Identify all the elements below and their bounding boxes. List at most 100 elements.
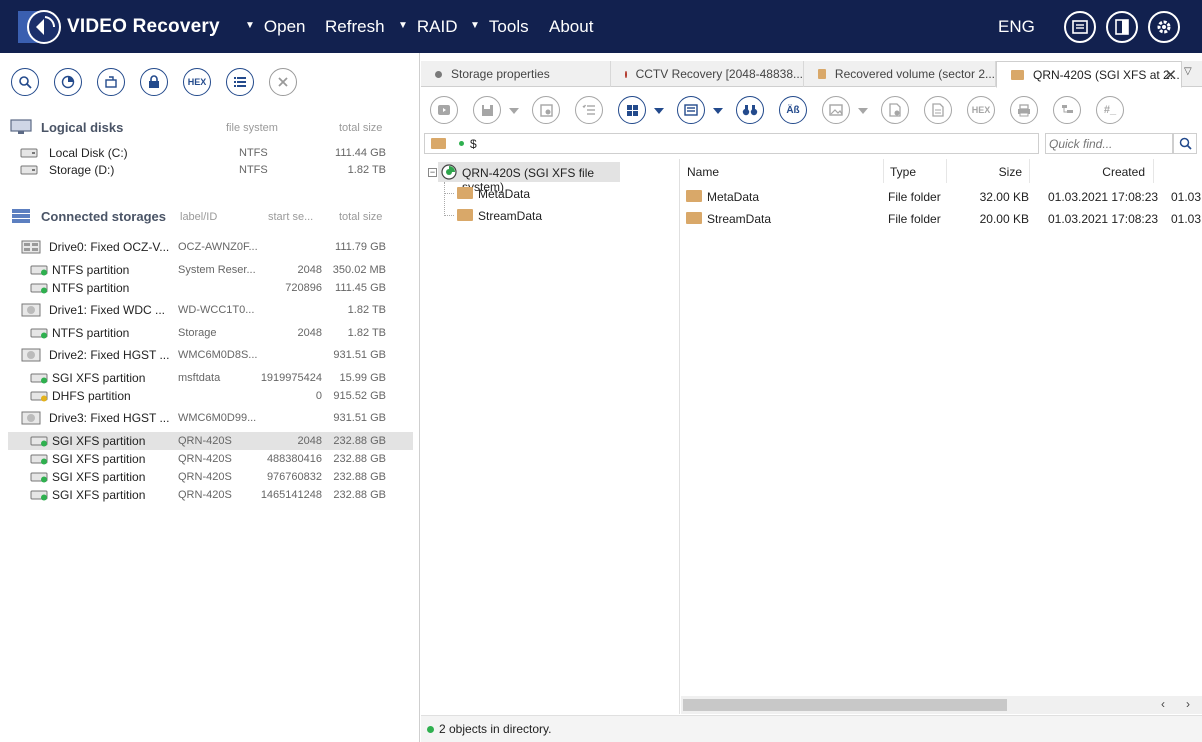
tree-line <box>444 193 454 194</box>
col-label-id: label/ID <box>180 211 218 223</box>
list-button[interactable] <box>226 68 254 96</box>
storage-navigation-pane: HEX Logical disks file system total size… <box>0 53 420 742</box>
thumbnails-button[interactable] <box>822 96 850 124</box>
list-icon <box>234 77 246 87</box>
col-start-sector: start se... <box>268 211 314 223</box>
sort-abc-button[interactable]: Äß <box>779 96 807 124</box>
logical-disk-row[interactable]: Local Disk (C:) NTFS 111.44 GB <box>8 144 413 162</box>
file-row[interactable]: StreamData File folder 20.00 KB 01.03.20… <box>681 208 1202 228</box>
quick-find-input[interactable] <box>1045 133 1173 154</box>
horizontal-scrollbar[interactable]: ‹ › <box>681 696 1202 714</box>
status-dot-icon <box>625 70 627 78</box>
hash-button[interactable]: #_ <box>1096 96 1124 124</box>
tree-root-node[interactable]: QRN-420S (SGI XFS file system) <box>438 162 620 194</box>
menu-about[interactable]: About <box>549 17 593 37</box>
save-dropdown-icon[interactable] <box>509 108 519 114</box>
column-header-type[interactable]: Type <box>884 159 947 183</box>
checklist-button[interactable] <box>575 96 603 124</box>
log-icon <box>1072 20 1088 34</box>
column-header-size[interactable]: Size <box>947 159 1030 183</box>
quick-find-button[interactable] <box>1173 133 1197 154</box>
details-dropdown-icon[interactable] <box>713 108 723 114</box>
file-content-button[interactable] <box>924 96 952 124</box>
partition-row-selected[interactable]: SGI XFS partition QRN-420S 2048 232.88 G… <box>8 432 413 450</box>
partition-icon <box>30 454 48 465</box>
view-dropdown-icon[interactable] <box>654 108 664 114</box>
file-icon <box>932 103 944 117</box>
scroll-right-icon[interactable]: › <box>1186 697 1190 711</box>
path-bar[interactable]: $ <box>424 133 1039 154</box>
view-mode-button[interactable] <box>618 96 646 124</box>
print-button[interactable] <box>1010 96 1038 124</box>
gear-icon <box>1157 20 1171 34</box>
logical-disk-row[interactable]: Storage (D:) NTFS 1.82 TB <box>8 161 413 179</box>
drive-icon <box>21 303 41 317</box>
hex-view-button[interactable]: HEX <box>967 96 995 124</box>
partition-row[interactable]: NTFS partition 720896 111.45 GB <box>8 279 413 297</box>
save-marked-button[interactable] <box>532 96 560 124</box>
partition-row[interactable]: SGI XFS partition QRN-420S 488380416 232… <box>8 450 413 468</box>
file-list: Name Type Size Created MetaData File fol… <box>681 159 1202 714</box>
volume-icon <box>441 164 457 180</box>
menu-raid[interactable]: ▼ RAID <box>398 17 458 37</box>
drive-row[interactable]: Drive1: Fixed WDC ... WD-WCC1T0... 1.82 … <box>8 301 413 319</box>
menu-tools[interactable]: ▼ Tools <box>470 17 529 37</box>
tab-recovered-volume[interactable]: Recovered volume (sector 2... <box>804 61 996 87</box>
close-storage-button[interactable] <box>269 68 297 96</box>
partition-icon <box>30 283 48 294</box>
hex-editor-button[interactable]: HEX <box>183 68 211 96</box>
partition-row[interactable]: NTFS partition Storage 2048 1.82 TB <box>8 324 413 342</box>
partition-row[interactable]: DHFS partition 0 915.52 GB <box>8 387 413 405</box>
tabs-overflow-icon[interactable]: ▽ <box>1184 66 1192 77</box>
find-button[interactable] <box>736 96 764 124</box>
language-selector[interactable]: ENG <box>998 17 1035 37</box>
status-dot-icon <box>459 141 464 146</box>
file-browser-pane: Storage properties CCTV Recovery [2048-4… <box>421 53 1202 742</box>
partition-row[interactable]: NTFS partition System Reser... 2048 350.… <box>8 261 413 279</box>
file-row[interactable]: MetaData File folder 32.00 KB 01.03.2021… <box>681 186 1202 206</box>
search-button[interactable] <box>11 68 39 96</box>
tab-bar: Storage properties CCTV Recovery [2048-4… <box>421 61 1202 88</box>
menu-open[interactable]: ▼ Open <box>245 17 306 37</box>
search-icon <box>19 76 32 89</box>
thumbnails-dropdown-icon[interactable] <box>858 108 868 114</box>
log-button[interactable] <box>1064 11 1096 43</box>
partition-row[interactable]: SGI XFS partition QRN-420S 976760832 232… <box>8 468 413 486</box>
scan-button[interactable] <box>54 68 82 96</box>
col-total-size: total size <box>339 122 383 134</box>
partition-row[interactable]: SGI XFS partition QRN-420S 1465141248 23… <box>8 486 413 504</box>
scroll-left-icon[interactable]: ‹ <box>1161 697 1165 711</box>
dropdown-triangle-icon: ▼ <box>245 19 255 31</box>
scrollbar-thumb[interactable] <box>683 699 1007 711</box>
tab-storage-properties[interactable]: Storage properties <box>421 61 611 87</box>
image-icon <box>829 104 843 116</box>
image-button[interactable] <box>97 68 125 96</box>
partition-icon <box>30 490 48 501</box>
col-file-system: file system <box>226 122 278 134</box>
app-title: VIDEO Recovery <box>67 16 220 37</box>
menu-refresh[interactable]: Refresh <box>325 17 385 37</box>
tab-qrn-420s[interactable]: QRN-420S (SGI XFS at 2... ✕ <box>996 61 1182 88</box>
partition-row[interactable]: SGI XFS partition msftdata 1919975424 15… <box>8 369 413 387</box>
column-header-created[interactable]: Created <box>1030 159 1154 183</box>
tree-export-button[interactable] <box>1053 96 1081 124</box>
close-tab-icon[interactable]: ✕ <box>1164 66 1177 84</box>
path-text: $ <box>470 137 477 151</box>
file-gear-icon <box>889 103 901 117</box>
folder-icon <box>457 209 473 221</box>
checklist-icon <box>582 104 595 115</box>
collapse-icon[interactable]: − <box>428 168 437 177</box>
drive-row[interactable]: Drive0: Fixed OCZ-V... OCZ-AWNZ0F... 111… <box>8 238 413 256</box>
details-view-button[interactable] <box>677 96 705 124</box>
drive-row[interactable]: Drive3: Fixed HGST ... WMC6M0D99... 931.… <box>8 409 413 427</box>
preview-button[interactable] <box>430 96 458 124</box>
encryption-button[interactable] <box>140 68 168 96</box>
settings-button[interactable] <box>1148 11 1180 43</box>
panel-toggle-button[interactable] <box>1106 11 1138 43</box>
folder-icon <box>457 187 473 199</box>
file-props-button[interactable] <box>881 96 909 124</box>
save-button[interactable] <box>473 96 501 124</box>
column-header-name[interactable]: Name <box>681 159 884 183</box>
tab-cctv-recovery[interactable]: CCTV Recovery [2048-48838... <box>611 61 804 87</box>
drive-row[interactable]: Drive2: Fixed HGST ... WMC6M0D8S... 931.… <box>8 346 413 364</box>
